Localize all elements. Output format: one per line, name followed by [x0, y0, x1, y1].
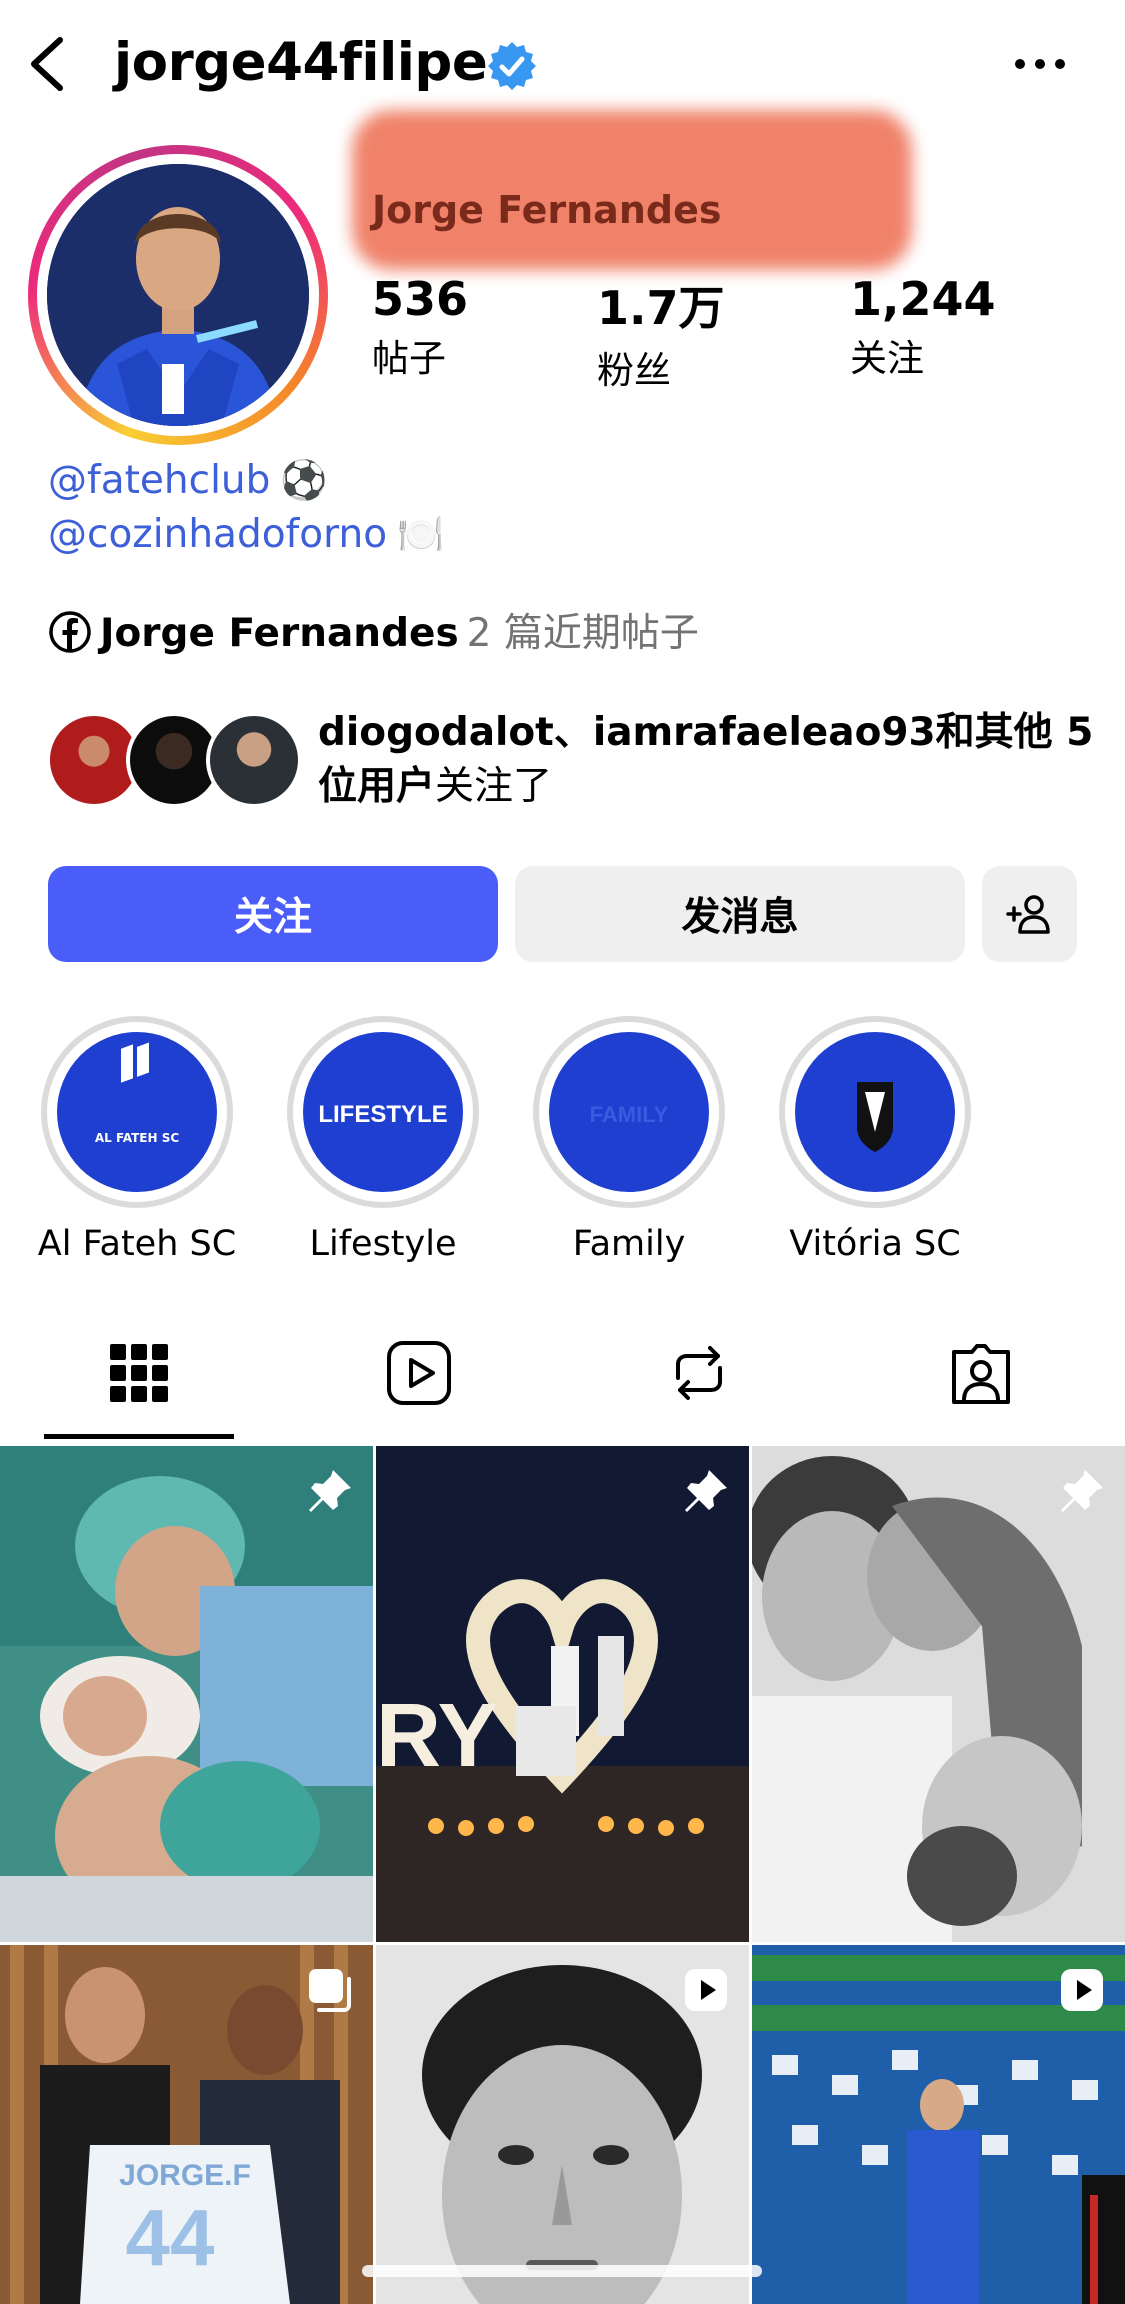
reel-icon [1061, 1969, 1103, 2011]
pin-icon [1061, 1470, 1103, 1512]
mutual-followers-avatars[interactable] [46, 712, 302, 812]
stat-value: 1.7万 [597, 281, 725, 335]
add-person-icon [1005, 895, 1050, 934]
avatar [47, 164, 309, 426]
ellipsis-icon[interactable] [1010, 42, 1070, 86]
post-thumbnail[interactable]: RY [376, 1446, 749, 1942]
highlight-art-text: AL FATEH SC [95, 1131, 180, 1145]
carousel-icon [309, 1969, 351, 2012]
mutual-followed: 关注了 [435, 764, 553, 809]
reels-icon[interactable] [384, 1338, 454, 1408]
facebook-name: Jorge Fernandes [100, 611, 459, 656]
mutual-users: 位用户 [318, 764, 436, 809]
highlight-lifestyle[interactable]: LIFESTYLE Lifestyle [283, 1016, 483, 1264]
chevron-left-icon[interactable] [22, 34, 72, 94]
home-indicator[interactable] [362, 2265, 762, 2277]
post-thumbnail[interactable] [0, 1446, 373, 1942]
highlight-ring: LIFESTYLE [287, 1016, 479, 1208]
avatar [206, 712, 302, 808]
post-thumbnail[interactable] [376, 1945, 749, 2304]
bio-line-2: @cozinhadoforno 🍽️ [48, 512, 444, 557]
highlight-art-text: LIFESTYLE [318, 1101, 447, 1128]
stat-label: 帖子 [372, 337, 446, 380]
highlight-label: Al Fateh SC [37, 1224, 237, 1264]
post-thumbnail[interactable] [752, 1945, 1125, 2304]
mutual-others: 和其他 5 [935, 710, 1094, 755]
highlight-cover: AL FATEH SC [57, 1032, 217, 1192]
mutual-followers-text[interactable]: diogodalot、iamrafaeleao93和其他 5 位用户关注了 [318, 706, 1098, 814]
bio-line-1: @fatehclub ⚽ [48, 458, 328, 503]
stat-following[interactable]: 1,244 关注 [850, 272, 996, 382]
highlight-al-fateh[interactable]: AL FATEH SC Al Fateh SC [37, 1016, 237, 1264]
profile-tabs [0, 1316, 1125, 1440]
suggest-users-button[interactable] [982, 866, 1077, 962]
pin-icon [309, 1470, 351, 1512]
post-image [752, 1446, 1125, 1942]
svg-text:44: 44 [126, 2193, 215, 2282]
jersey-text: JORGE.F [119, 2159, 251, 2192]
highlight-label: Lifestyle [309, 1224, 457, 1264]
reposts-icon[interactable] [664, 1338, 734, 1408]
post-image [0, 1446, 373, 1942]
highlight-cover: LIFESTYLE [303, 1032, 463, 1192]
facebook-post-count: 2 篇近期帖子 [466, 611, 699, 656]
story-ring[interactable] [28, 145, 328, 445]
message-button[interactable]: 发消息 [515, 866, 965, 962]
verified-badge-icon [488, 42, 536, 90]
bio-mention-link[interactable]: @cozinhadoforno [48, 512, 387, 557]
display-name: Jorge Fernandes [372, 188, 722, 232]
bio-mention-link[interactable]: @fatehclub [48, 458, 270, 503]
follow-button[interactable]: 关注 [48, 866, 498, 962]
stat-label: 粉丝 [597, 349, 671, 392]
highlight-cover [795, 1032, 955, 1192]
highlight-ring [779, 1016, 971, 1208]
highlight-family[interactable]: FAMILY Family [529, 1016, 729, 1264]
highlight-art-text: FAMILY [590, 1102, 669, 1127]
posts-grid: RY JORGE.F 44 [0, 1446, 1125, 2304]
club-crest-icon [857, 1082, 893, 1152]
tagged-icon[interactable] [946, 1338, 1016, 1408]
mutual-names: diogodalot、iamrafaeleao93 [318, 710, 936, 755]
highlight-cover: FAMILY [549, 1032, 709, 1192]
soccer-ball-emoji: ⚽ [280, 458, 328, 502]
grid-icon[interactable] [104, 1338, 174, 1408]
post-thumbnail[interactable] [752, 1446, 1125, 1942]
stat-posts[interactable]: 536 帖子 [372, 272, 468, 382]
facebook-link-row[interactable]: Jorge Fernandes 2 篇近期帖子 [48, 602, 699, 658]
highlight-label: Vitória SC [789, 1224, 961, 1264]
highlight-vitoria[interactable]: Vitória SC [775, 1016, 975, 1264]
svg-text:RY: RY [376, 1686, 498, 1786]
reel-icon [685, 1969, 727, 2011]
facebook-icon [49, 611, 91, 653]
stat-value: 536 [372, 272, 469, 326]
stat-value: 1,244 [850, 272, 996, 326]
stat-followers[interactable]: 1.7万 粉丝 [597, 272, 725, 394]
plate-emoji: 🍽️ [397, 512, 445, 556]
pin-icon [685, 1470, 727, 1512]
highlight-label: Family [572, 1224, 686, 1264]
stat-label: 关注 [850, 337, 924, 380]
post-thumbnail[interactable]: JORGE.F 44 [0, 1945, 373, 2304]
profile-username: jorge44filipe [114, 32, 488, 93]
active-tab-indicator [44, 1434, 234, 1439]
highlight-ring: AL FATEH SC [41, 1016, 233, 1208]
post-image: RY [376, 1446, 749, 1942]
highlight-ring: FAMILY [533, 1016, 725, 1208]
